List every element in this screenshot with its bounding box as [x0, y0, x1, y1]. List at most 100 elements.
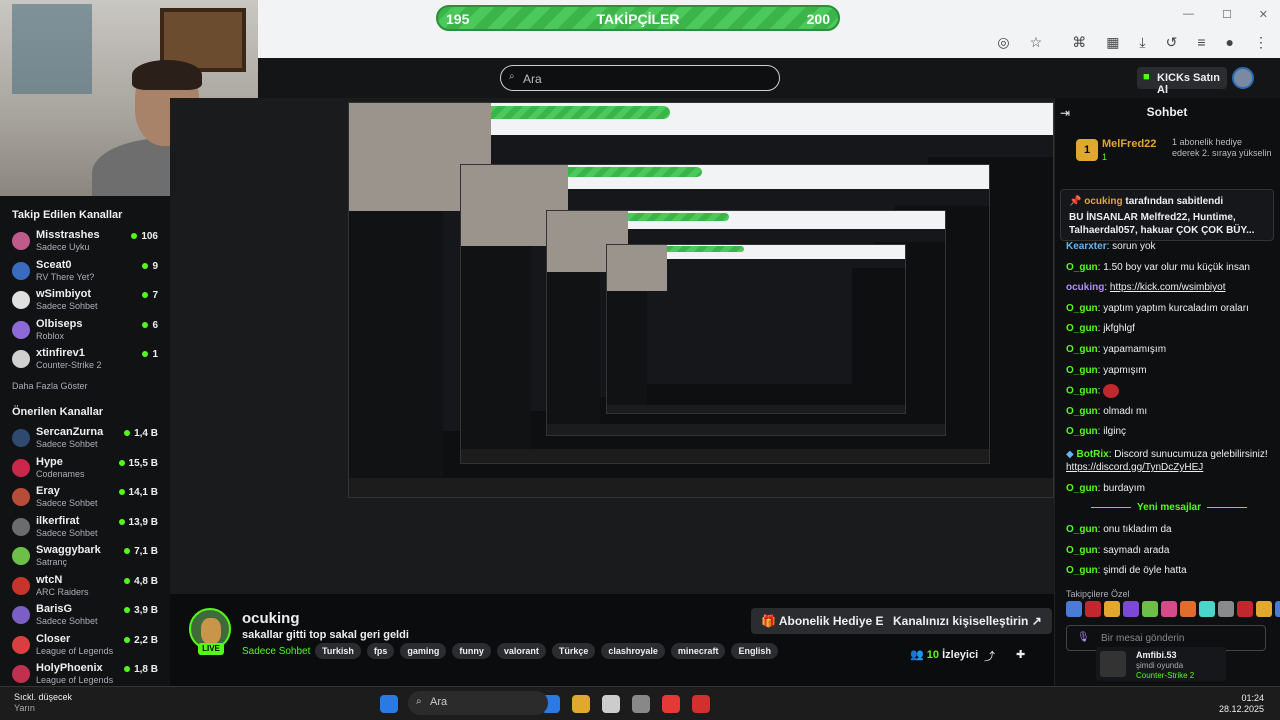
close-window-icon[interactable]: ✕ — [1259, 8, 1268, 21]
chat-username[interactable]: O_gun — [1066, 386, 1098, 397]
sidebar-channel[interactable]: HolyPhoenix League of Legends 1,8 B — [12, 662, 162, 688]
stream-tag[interactable]: Türkçe — [551, 643, 596, 659]
emote-icon[interactable] — [1218, 601, 1234, 617]
channel-name: Sceat0 — [36, 258, 72, 271]
follow-icon[interactable]: ✚ — [1016, 648, 1025, 661]
pinned-message[interactable]: 📌 ocuking tarafından sabitlendi BU İNSAN… — [1060, 189, 1274, 241]
stream-tag[interactable]: valorant — [496, 643, 546, 659]
sidebar-channel[interactable]: SercanZurna Sadece Sohbet 1,4 B — [12, 426, 162, 452]
weather-widget[interactable]: Sıckl. düşecek Yarın — [14, 692, 72, 714]
chrome-icon[interactable] — [662, 695, 680, 713]
bot-icon: ◆ — [1066, 449, 1074, 460]
sidebar-channel[interactable]: xtinfirev1 Counter-Strike 2 1 — [12, 347, 162, 373]
gifter-badge: 1 — [1102, 152, 1108, 162]
stream-tag[interactable]: funny — [452, 643, 491, 659]
top-gifter: 1 MelFred22 1 1 abonelik hediye ederek 2… — [1062, 133, 1272, 171]
show-more-link[interactable]: Daha Fazla Göster — [12, 381, 88, 391]
sidebar-channel[interactable]: BarisG Sadece Sohbet 3,9 B — [12, 603, 162, 629]
menu-icon[interactable]: ⋮ — [1254, 34, 1268, 51]
stream-tag[interactable]: clashroyale — [601, 643, 665, 659]
viewers-icon: 👥 — [910, 649, 924, 661]
chat-username[interactable]: O_gun — [1066, 545, 1098, 556]
eye-off-icon[interactable]: ◎ — [997, 34, 1009, 51]
emote-icon[interactable] — [1237, 601, 1253, 617]
emote-icon[interactable] — [1142, 601, 1158, 617]
start-menu-icon[interactable] — [380, 695, 398, 713]
sidebar-channel[interactable]: Misstrashes Sadece Uyku 106 — [12, 229, 162, 255]
stream-category[interactable]: Sadece Sohbet — [242, 646, 310, 657]
stream-tag[interactable]: English — [731, 643, 778, 659]
taskbar-search[interactable]: ⌕ Ara — [408, 691, 548, 715]
chat-username[interactable]: O_gun — [1066, 262, 1098, 273]
user-avatar[interactable] — [1232, 67, 1254, 89]
chat-username[interactable]: O_gun — [1066, 323, 1098, 334]
emote-icon[interactable] — [1180, 601, 1196, 617]
sidebar-channel[interactable]: wSimbiyot Sadece Sohbet 7 — [12, 288, 162, 314]
buy-kicks-button[interactable]: ■ KICKs Satın Al — [1137, 67, 1227, 96]
sidebar-channel[interactable]: ilkerfirat Sadece Sohbet 13,9 B — [12, 515, 162, 541]
emote-icon[interactable] — [1104, 601, 1120, 617]
followed-channels-title: Takip Edilen Kanallar — [12, 209, 123, 221]
mic-icon: 🎙 — [1077, 632, 1090, 643]
stream-video[interactable] — [170, 98, 1054, 594]
chat-username[interactable]: O_gun — [1066, 565, 1098, 576]
maximize-icon[interactable]: ☐ — [1222, 8, 1232, 21]
chat-link[interactable]: https://kick.com/wsimbiyot — [1110, 282, 1226, 293]
minimize-icon[interactable]: — — [1183, 8, 1194, 20]
activity-avatar — [1100, 651, 1126, 677]
chat-link[interactable]: https://discord.gg/TynDcZyHEJ — [1066, 462, 1203, 473]
emote-icon[interactable] — [1161, 601, 1177, 617]
download-icon[interactable]: ⤓ — [1139, 34, 1145, 51]
channel-category: Sadece Sohbet — [36, 498, 98, 508]
system-clock[interactable]: 01:24 28.12.2025 — [1219, 693, 1264, 715]
translate-icon[interactable]: ⌘ — [1072, 34, 1086, 51]
search-input[interactable]: ⌕ Ara — [500, 65, 780, 91]
sidebar-channel[interactable]: Olbiseps Roblox 6 — [12, 318, 162, 344]
pinned-by-suffix: tarafından sabitlendi — [1125, 196, 1224, 207]
emote-icon[interactable] — [1256, 601, 1272, 617]
stream-tag[interactable]: Turkish — [315, 643, 361, 659]
emote-icon[interactable] — [1275, 601, 1280, 617]
chat-username[interactable]: O_gun — [1066, 483, 1098, 494]
chat-username[interactable]: BotRix — [1076, 449, 1108, 460]
recording-app-icon[interactable] — [692, 695, 710, 713]
gifter-name[interactable]: MelFred22 — [1102, 138, 1156, 150]
mouse-app-icon[interactable] — [632, 695, 650, 713]
chat-username[interactable]: O_gun — [1066, 524, 1098, 535]
emote-icon[interactable] — [1066, 601, 1082, 617]
sidebar-channel[interactable]: wtcN ARC Raiders 4,8 B — [12, 574, 162, 600]
calculator-icon[interactable] — [602, 695, 620, 713]
sidebar-channel[interactable]: Closer League of Legends 2,2 B — [12, 633, 162, 659]
chat-username[interactable]: O_gun — [1066, 426, 1098, 437]
emote-icon[interactable] — [1085, 601, 1101, 617]
sidebar-channel[interactable]: Hype Codenames 15,5 B — [12, 456, 162, 482]
file-explorer-icon[interactable] — [572, 695, 590, 713]
chat-username[interactable]: O_gun — [1066, 344, 1098, 355]
channel-avatar — [12, 350, 30, 368]
customize-channel-button[interactable]: Kanalınızı kişiselleştirin ↗ — [883, 608, 1052, 634]
sidebar-channel[interactable]: Eray Sadece Sohbet 14,1 B — [12, 485, 162, 511]
emote-icon[interactable] — [1123, 601, 1139, 617]
stream-tag[interactable]: fps — [366, 643, 395, 659]
sidebar-channel[interactable]: Swaggybark Satranç 7,1 B — [12, 544, 162, 570]
chat-username[interactable]: ocuking — [1066, 282, 1104, 293]
chat-username[interactable]: O_gun — [1066, 406, 1098, 417]
chat-username[interactable]: O_gun — [1066, 365, 1098, 376]
reading-list-icon[interactable]: ≡ — [1197, 34, 1205, 51]
gift-sub-button[interactable]: 🎁 Abonelik Hediye Et — [751, 608, 898, 634]
extensions-icon[interactable]: ▦ — [1106, 34, 1119, 51]
stream-tag[interactable]: gaming — [400, 643, 447, 659]
chat-username[interactable]: Kearxter — [1066, 241, 1107, 252]
channel-viewers: 13,9 B — [119, 517, 158, 528]
stream-tag[interactable]: minecraft — [670, 643, 726, 659]
chat-username[interactable]: O_gun — [1066, 303, 1098, 314]
profile-icon[interactable]: ● — [1226, 34, 1234, 51]
emote-icon[interactable] — [1199, 601, 1215, 617]
sidebar-channel[interactable]: Sceat0 RV There Yet? 9 — [12, 259, 162, 285]
share-icon[interactable]: ⤴ — [984, 648, 995, 664]
history-icon[interactable]: ↺ — [1166, 34, 1178, 51]
streamer-name[interactable]: ocuking — [242, 610, 300, 627]
bookmark-star-icon[interactable]: ☆ — [1030, 34, 1043, 51]
channel-name: xtinfirev1 — [36, 347, 85, 359]
recursive-capture-frame — [606, 244, 906, 414]
